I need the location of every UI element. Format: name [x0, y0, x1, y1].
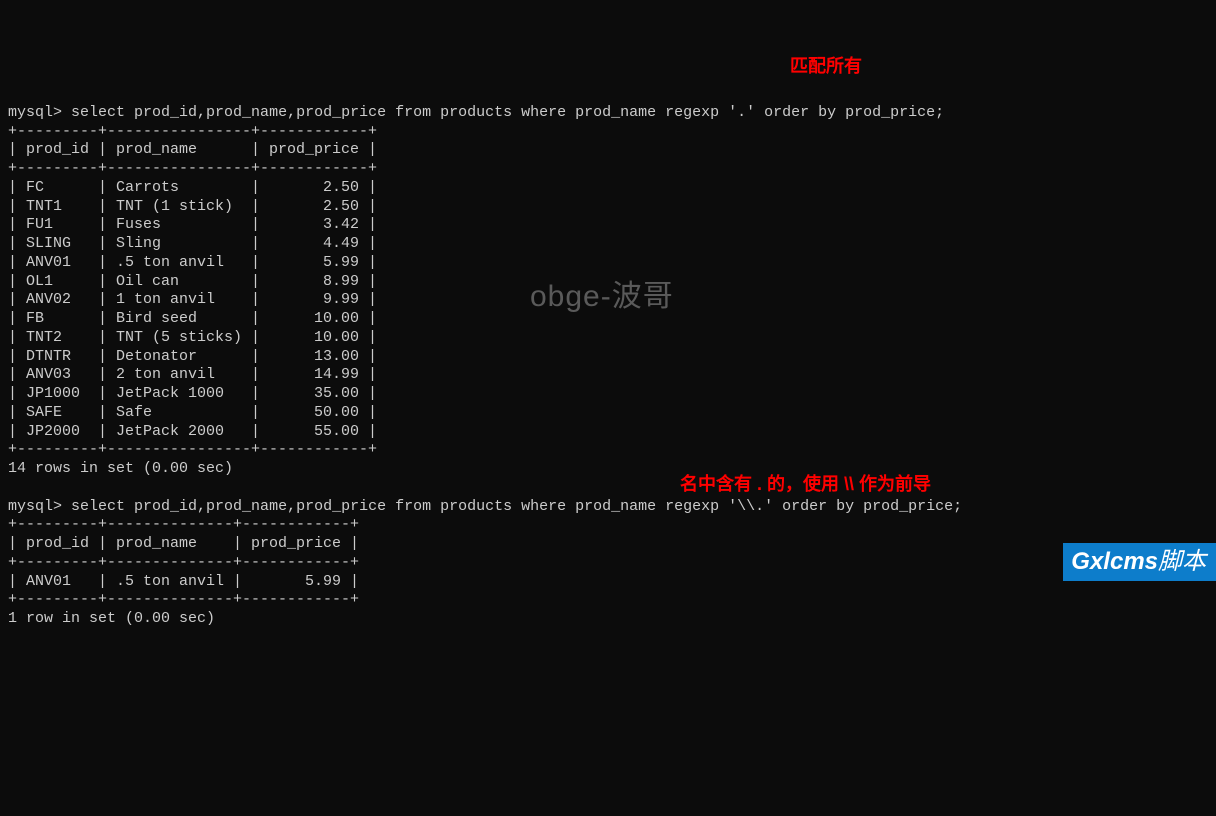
table-border: +---------+--------------+------------+ — [8, 516, 359, 533]
sql-query-1: select prod_id,prod_name,prod_price from… — [71, 104, 944, 121]
table-border: +---------+----------------+------------… — [8, 160, 377, 177]
sql-query-2: select prod_id,prod_name,prod_price from… — [71, 498, 962, 515]
table-row: | ANV01 | .5 ton anvil | 5.99 | — [8, 573, 359, 590]
table-border: +---------+--------------+------------+ — [8, 591, 359, 608]
result-summary: 1 row in set (0.00 sec) — [8, 610, 215, 627]
table-row: | FC | Carrots | 2.50 | | TNT1 | TNT (1 … — [8, 179, 377, 440]
table-border: +---------+----------------+------------… — [8, 123, 377, 140]
mysql-prompt: mysql> — [8, 104, 62, 121]
table-border: +---------+--------------+------------+ — [8, 554, 359, 571]
annotation-escape-dot: 名中含有 . 的，使用 \\ 作为前导 — [680, 473, 931, 496]
site-logo: Gxlcms脚本 — [1063, 543, 1216, 581]
mysql-prompt: mysql> — [8, 498, 62, 515]
table-header: | prod_id | prod_name | prod_price | — [8, 141, 377, 158]
table-header: | prod_id | prod_name | prod_price | — [8, 535, 359, 552]
table-border: +---------+----------------+------------… — [8, 441, 377, 458]
terminal-output: mysql> select prod_id,prod_name,prod_pri… — [8, 85, 1208, 629]
result-summary: 14 rows in set (0.00 sec) — [8, 460, 233, 477]
annotation-match-all: 匹配所有 — [790, 55, 862, 78]
watermark-text: obge-波哥 — [530, 278, 674, 316]
